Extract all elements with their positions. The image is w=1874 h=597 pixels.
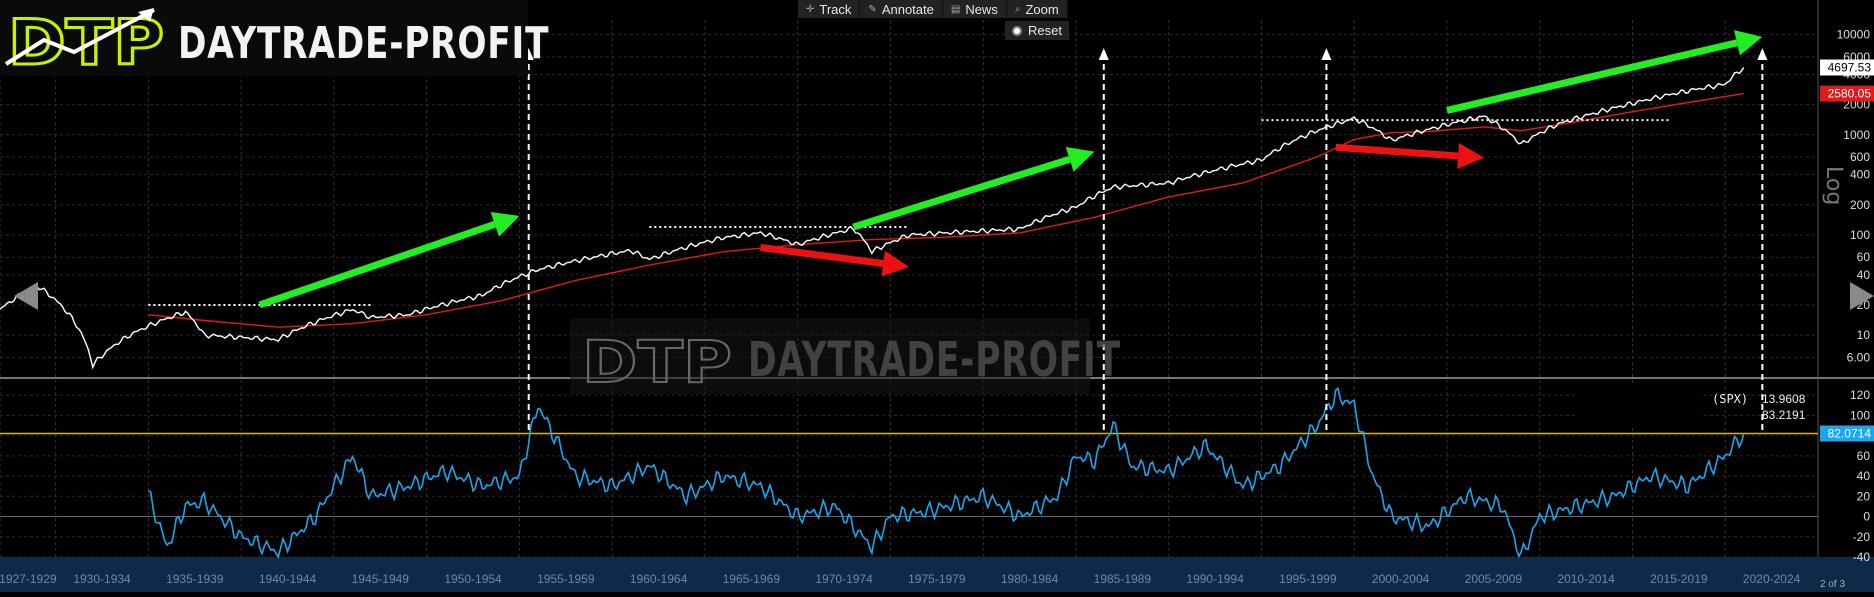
osc-tick-label: -40	[1853, 550, 1871, 564]
crosshair-icon: ✛	[806, 3, 815, 15]
osc-value-label: 82.0714	[1828, 426, 1872, 440]
price-tick-label: 10000	[1837, 28, 1871, 42]
uptrend-arrow	[258, 221, 496, 309]
track-button[interactable]: ✛ Track	[798, 0, 861, 18]
up-marker-arrow-icon	[1757, 48, 1768, 60]
chart-toolbar: ✛ Track ✎ Annotate ▤ News ⌕ Zoom	[798, 0, 1068, 18]
x-tick-label: 2010-2014	[1557, 572, 1615, 586]
x-tick-label: 1995-1999	[1279, 572, 1337, 586]
osc-tick-label: 40	[1857, 469, 1871, 483]
logo-mark-icon: DTP	[4, 6, 166, 72]
x-tick-label: 1970-1974	[815, 572, 873, 586]
uptrend-arrow-head-icon	[1734, 30, 1763, 56]
uptrend-arrow-head-icon	[490, 212, 520, 237]
x-tick-label: 2015-2019	[1650, 572, 1708, 586]
zoom-button[interactable]: ⌕ Zoom	[1007, 0, 1068, 18]
uptrend-arrow	[1446, 39, 1738, 114]
legend-value-2: 83.2191	[1762, 408, 1806, 422]
moving-average-line	[148, 92, 1744, 328]
pencil-icon: ✎	[868, 3, 877, 15]
x-tick-label: 1955-1959	[537, 572, 595, 586]
downtrend-arrow-head-icon	[881, 250, 909, 277]
news-icon: ▤	[950, 3, 961, 15]
price-tick-label: 10	[1857, 328, 1871, 342]
downtrend-arrow	[760, 244, 884, 267]
oscillator-line	[148, 387, 1745, 560]
previous-page-arrow-icon[interactable]	[14, 282, 38, 310]
price-tick-label: 600	[1850, 150, 1870, 164]
x-tick-label: 2005-2009	[1465, 572, 1523, 586]
magnifier-icon: ⌕	[1014, 3, 1021, 15]
logo-text: DAYTRADE-PROFIT	[178, 18, 550, 69]
watermark-text: DAYTRADE-PROFIT	[748, 332, 1121, 388]
price-tick-label: 200	[1850, 198, 1870, 212]
zoom-label: Zoom	[1025, 1, 1059, 17]
price-tick-label: 100	[1850, 228, 1870, 242]
x-tick-label: 1927-1929	[0, 572, 57, 586]
page-indicator: 2 of 3	[1820, 579, 1846, 590]
up-marker-arrow-icon	[1321, 48, 1332, 60]
chart-svg: 1927-1929 1930-1934 1935-1939 1940-1944 1945…	[0, 0, 1874, 592]
x-tick-label: 1935-1939	[166, 572, 224, 586]
annotate-label: Annotate	[881, 1, 934, 17]
reset-button[interactable]: Reset	[1005, 21, 1069, 40]
price-tick-label: 60	[1857, 250, 1871, 264]
osc-tick-label: 60	[1857, 449, 1871, 463]
up-marker-arrow-icon	[1098, 48, 1109, 60]
price-tick-label: 1000	[1843, 128, 1870, 142]
x-tick-label: 1930-1934	[73, 572, 131, 586]
price-tick-label: 400	[1850, 168, 1870, 182]
x-tick-label: 1940-1944	[259, 572, 317, 586]
osc-tick-label: 100	[1850, 408, 1870, 422]
uptrend-arrow-head-icon	[1065, 146, 1095, 172]
brand-logo: DTP DAYTRADE-PROFIT	[0, 0, 549, 76]
x-tick-label: 1990-1994	[1186, 572, 1244, 586]
x-tick-label: 1980-1984	[1001, 572, 1059, 586]
ma-value-label: 2580.05	[1828, 87, 1872, 101]
osc-tick-label: -20	[1853, 530, 1871, 544]
watermark-logo-mark: DTP	[582, 328, 732, 396]
news-label: News	[965, 1, 998, 17]
track-label: Track	[819, 1, 852, 17]
x-tick-label: 2020-2024	[1743, 572, 1801, 586]
x-tick-label: 1950-1954	[444, 572, 502, 586]
news-button[interactable]: ▤ News	[943, 0, 1007, 18]
price-value-label: 4697.53	[1828, 61, 1872, 75]
osc-tick-label: 0	[1863, 510, 1870, 524]
annotate-button[interactable]: ✎ Annotate	[860, 0, 943, 18]
downtrend-arrow-head-icon	[1457, 142, 1485, 169]
next-page-arrow-icon[interactable]	[1850, 282, 1874, 310]
x-tick-label: 1975-1979	[908, 572, 966, 586]
x-tick-label: 1960-1964	[630, 572, 688, 586]
legend-box	[1576, 386, 1700, 428]
x-tick-label: 1985-1989	[1094, 572, 1152, 586]
x-tick-label: 1945-1949	[352, 572, 410, 586]
x-tick-label: 2000-2004	[1372, 572, 1430, 586]
legend-symbol: (SPX)	[1712, 392, 1749, 406]
log-scale-caption: Log	[1821, 166, 1846, 206]
chart-stage: 1927-1929 1930-1934 1935-1939 1940-1944 1945…	[0, 0, 1874, 592]
x-tick-label: 1965-1969	[723, 572, 781, 586]
uptrend-arrow	[852, 156, 1071, 231]
legend-value-1: 13.9608	[1762, 392, 1806, 406]
reset-label: Reset	[1028, 23, 1062, 38]
osc-tick-label: 120	[1850, 388, 1870, 402]
osc-tick-label: 20	[1857, 489, 1871, 503]
reset-radio-icon	[1012, 25, 1022, 36]
price-tick-label: 6.00	[1847, 350, 1871, 364]
price-tick-label: 40	[1857, 268, 1871, 282]
